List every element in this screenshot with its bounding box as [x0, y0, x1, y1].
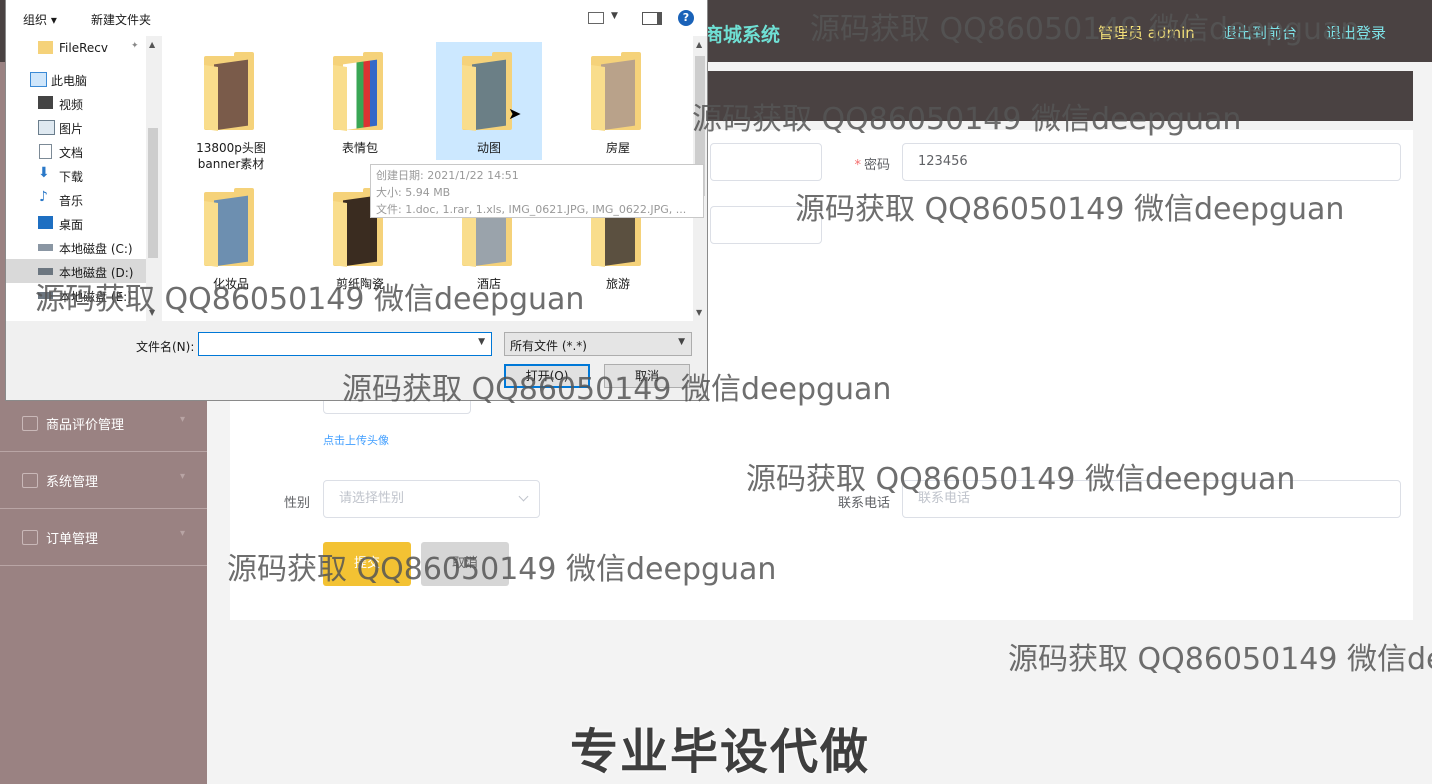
download-icon: ⬇ — [38, 165, 50, 181]
nav-item-drive-c[interactable]: 本地磁盘 (C:) — [6, 235, 146, 259]
nav-item-label: 此电脑 — [51, 74, 88, 88]
nav-item-downloads[interactable]: ⬇ 下载 — [6, 163, 146, 187]
filetype-select[interactable]: 所有文件 (*.*) ▼ — [504, 332, 692, 356]
folder-item[interactable]: 13800p头图banner素材 — [178, 42, 284, 171]
upload-avatar-link[interactable]: 点击上传头像 — [323, 432, 389, 448]
chevron-down-icon: ▾ — [179, 528, 185, 539]
folder-item[interactable]: 房屋 — [565, 42, 671, 160]
sidebar-item-system[interactable]: 系统管理 ▾ — [0, 452, 207, 509]
chevron-down-icon: ▾ — [179, 414, 185, 425]
house-icon — [22, 416, 38, 431]
nav-item-label: 视频 — [59, 98, 84, 112]
sidebar-item-review[interactable]: 商品评价管理 ▾ — [0, 395, 207, 452]
nav-item-this-pc[interactable]: 此电脑 — [6, 67, 146, 91]
nav-item-documents[interactable]: 文档 — [6, 139, 146, 163]
nav-item-label: 图片 — [59, 122, 84, 136]
document-icon — [39, 144, 52, 159]
folder-icon — [462, 52, 514, 131]
nav-item-label: 下载 — [59, 170, 84, 184]
nav-item-label: FileRecv — [59, 41, 108, 55]
chevron-down-icon[interactable]: ▼ — [611, 11, 618, 21]
app-title: 商城系统 — [704, 24, 781, 46]
tooltip-created: 创建日期: 2021/1/22 14:51 — [376, 169, 519, 182]
view-icon[interactable] — [588, 12, 604, 24]
folder-label: 表情包 — [341, 141, 378, 155]
folder-icon — [204, 188, 256, 267]
nav-item-videos[interactable]: 视频 — [6, 91, 146, 115]
picture-icon — [38, 120, 55, 135]
gender-select[interactable]: 请选择性别 — [323, 480, 540, 518]
folder-item[interactable]: 表情包 — [307, 42, 413, 160]
new-folder-button[interactable]: 新建文件夹 — [91, 11, 151, 28]
watermark-text: 源码获取 QQ86050149 微信deepguan — [342, 372, 892, 407]
tooltip-size: 大小: 5.94 MB — [376, 186, 451, 199]
folder-icon — [333, 52, 385, 131]
folder-label: 动图 — [476, 141, 501, 155]
sidebar-item-label: 系统管理 — [46, 475, 99, 490]
watermark-text: 源码获取 QQ86050149 微信deepguan — [35, 282, 585, 317]
password-field[interactable]: 123456 — [902, 143, 1401, 181]
nav-item-label: 桌面 — [59, 218, 84, 232]
nav-item-desktop[interactable]: 桌面 — [6, 211, 146, 235]
dialog-toolbar: 组织 ▾ 新建文件夹 ▼ ? — [6, 0, 707, 36]
nav-item-label: 文档 — [59, 146, 84, 160]
watermark-text: 源码获取 QQ86050149 微信deepguan — [795, 192, 1345, 227]
folder-icon — [204, 52, 256, 131]
folder-tooltip: 创建日期: 2021/1/22 14:51 大小: 5.94 MB 文件: 1.… — [370, 164, 704, 218]
nav-item-music[interactable]: ♪ 音乐 — [6, 187, 146, 211]
chevron-down-icon[interactable]: ▼ — [478, 337, 485, 347]
mouse-cursor-icon: ➤ — [508, 104, 522, 123]
folder-label: 13800p头图banner素材 — [196, 141, 266, 171]
watermark-text: 源码获取 QQ86050149 微信deepguan — [746, 462, 1296, 497]
gender-placeholder: 请选择性别 — [339, 491, 405, 506]
folder-icon — [38, 41, 53, 54]
music-icon: ♪ — [39, 189, 48, 205]
help-icon[interactable]: ? — [678, 10, 694, 26]
sidebar-item-orders[interactable]: 订单管理 ▾ — [0, 509, 207, 566]
nav-item-pictures[interactable]: 图片 — [6, 115, 146, 139]
watermark-text: 源码获取 QQ86050149 微信deepguan — [810, 12, 1360, 47]
nav-item-label: 本地磁盘 (C:) — [59, 242, 133, 256]
password-label: * 密码 — [854, 158, 890, 173]
filename-label: 文件名(N): — [136, 340, 195, 354]
pin-icon: ✦ — [131, 41, 139, 51]
nav-item-label: 音乐 — [59, 194, 84, 208]
organize-button[interactable]: 组织 ▾ — [23, 11, 57, 28]
watermark-text: 源码获取 QQ86050149 微信deepguan — [692, 102, 1242, 137]
drive-icon — [38, 244, 53, 251]
tooltip-files: 文件: 1.doc, 1.rar, 1.xls, IMG_0621.JPG, I… — [376, 203, 687, 216]
folder-icon — [591, 52, 643, 131]
folder-label: 房屋 — [605, 141, 630, 155]
sidebar-item-label: 商品评价管理 — [46, 418, 125, 433]
gender-label: 性别 — [283, 496, 310, 511]
video-icon — [38, 96, 53, 109]
chevron-down-icon — [518, 491, 529, 502]
chevron-down-icon: ▾ — [179, 471, 185, 482]
sidebar-item-label: 订单管理 — [46, 532, 99, 547]
filename-input[interactable]: ▼ — [198, 332, 492, 356]
chevron-down-icon: ▼ — [678, 337, 685, 347]
account-field[interactable] — [710, 143, 822, 181]
desktop-icon — [38, 216, 53, 229]
promo-banner-text: 专业毕设代做 — [570, 724, 871, 780]
computer-icon — [30, 72, 47, 87]
nav-item-filerecv[interactable]: FileRecv ✦ — [6, 36, 146, 60]
list-icon — [22, 530, 38, 545]
filetype-value: 所有文件 (*.*) — [510, 339, 587, 353]
folder-item-selected[interactable]: 动图 ➤ — [436, 42, 542, 160]
preview-pane-icon[interactable] — [642, 12, 662, 25]
watermark-text: 源码获取 QQ86050149 微信de — [1008, 642, 1432, 677]
watermark-text: 源码获取 QQ86050149 微信deepguan — [227, 552, 777, 587]
box-icon — [22, 473, 38, 488]
